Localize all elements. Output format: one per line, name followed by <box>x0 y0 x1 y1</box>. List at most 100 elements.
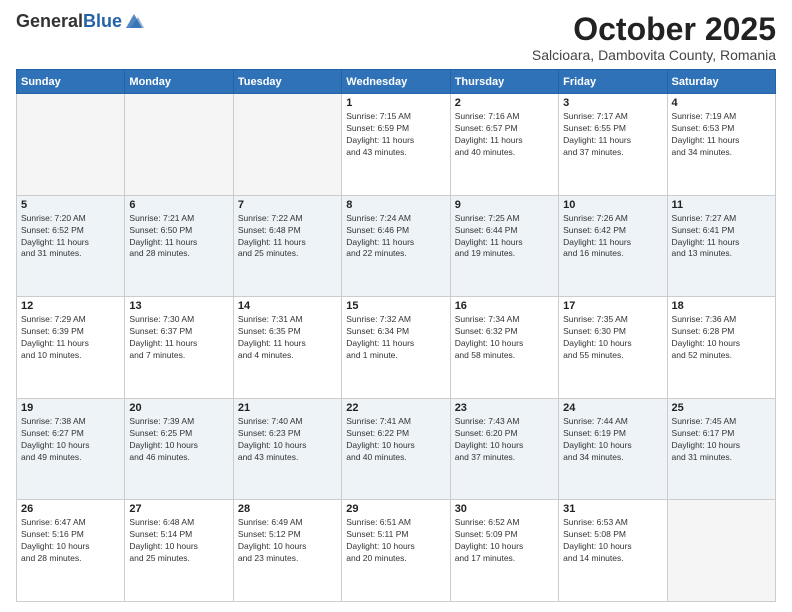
day-number: 25 <box>672 402 771 414</box>
subtitle: Salcioara, Dambovita County, Romania <box>532 47 776 63</box>
calendar-header-saturday: Saturday <box>667 70 775 94</box>
calendar-day-16: 16Sunrise: 7:34 AM Sunset: 6:32 PM Dayli… <box>450 297 558 399</box>
calendar-day-20: 20Sunrise: 7:39 AM Sunset: 6:25 PM Dayli… <box>125 398 233 500</box>
title-block: October 2025 Salcioara, Dambovita County… <box>532 12 776 63</box>
day-info: Sunrise: 7:41 AM Sunset: 6:22 PM Dayligh… <box>346 416 445 464</box>
calendar-day-10: 10Sunrise: 7:26 AM Sunset: 6:42 PM Dayli… <box>559 195 667 297</box>
day-number: 11 <box>672 199 771 211</box>
header: GeneralBlue October 2025 Salcioara, Damb… <box>16 12 776 63</box>
calendar-day-12: 12Sunrise: 7:29 AM Sunset: 6:39 PM Dayli… <box>17 297 125 399</box>
calendar-header-row: SundayMondayTuesdayWednesdayThursdayFrid… <box>17 70 776 94</box>
calendar-day-29: 29 Sunrise: 6:51 AM Sunset: 5:11 PM Dayli… <box>342 500 450 602</box>
day-info: Sunrise: 6:53 AM Sunset: 5:08 PM Dayligh… <box>563 517 662 565</box>
calendar-header-sunday: Sunday <box>17 70 125 94</box>
day-info: Sunrise: 7:27 AM Sunset: 6:41 PM Dayligh… <box>672 213 771 261</box>
calendar: SundayMondayTuesdayWednesdayThursdayFrid… <box>16 69 776 602</box>
calendar-day-6: 6Sunrise: 7:21 AM Sunset: 6:50 PM Daylig… <box>125 195 233 297</box>
calendar-week-row: 19 Sunrise: 7:38 AM Sunset: 6:27 PM Dayli… <box>17 398 776 500</box>
day-number: 1 <box>346 97 445 109</box>
day-info: Sunrise: 6:52 AM Sunset: 5:09 PM Dayligh… <box>455 517 554 565</box>
day-info: Sunrise: 7:45 AM Sunset: 6:17 PM Dayligh… <box>672 416 771 464</box>
day-info: Sunrise: 7:15 AM Sunset: 6:59 PM Dayligh… <box>346 111 445 159</box>
day-number: 15 <box>346 300 445 312</box>
day-info: Sunrise: 6:51 AM Sunset: 5:11 PM Dayligh… <box>346 517 445 565</box>
day-number: 29 <box>346 503 445 515</box>
calendar-day-30: 30 Sunrise: 6:52 AM Sunset: 5:09 PM Dayli… <box>450 500 558 602</box>
calendar-day-2: 2 Sunrise: 7:16 AM Sunset: 6:57 PM Daylig… <box>450 94 558 196</box>
calendar-header-friday: Friday <box>559 70 667 94</box>
day-info: Sunrise: 6:48 AM Sunset: 5:14 PM Dayligh… <box>129 517 228 565</box>
day-number: 18 <box>672 300 771 312</box>
day-info: Sunrise: 6:49 AM Sunset: 5:12 PM Dayligh… <box>238 517 337 565</box>
calendar-day-31: 31Sunrise: 6:53 AM Sunset: 5:08 PM Dayli… <box>559 500 667 602</box>
calendar-day-empty <box>233 94 341 196</box>
day-number: 26 <box>21 503 120 515</box>
calendar-day-15: 15 Sunrise: 7:32 AM Sunset: 6:34 PM Dayli… <box>342 297 450 399</box>
calendar-day-18: 18 Sunrise: 7:36 AM Sunset: 6:28 PM Dayli… <box>667 297 775 399</box>
day-number: 13 <box>129 300 228 312</box>
day-number: 3 <box>563 97 662 109</box>
day-number: 8 <box>346 199 445 211</box>
day-info: Sunrise: 7:29 AM Sunset: 6:39 PM Dayligh… <box>21 314 120 362</box>
day-info: Sunrise: 7:25 AM Sunset: 6:44 PM Dayligh… <box>455 213 554 261</box>
calendar-day-21: 21 Sunrise: 7:40 AM Sunset: 6:23 PM Dayli… <box>233 398 341 500</box>
day-info: Sunrise: 7:26 AM Sunset: 6:42 PM Dayligh… <box>563 213 662 261</box>
calendar-day-empty <box>17 94 125 196</box>
day-info: Sunrise: 7:30 AM Sunset: 6:37 PM Dayligh… <box>129 314 228 362</box>
day-info: Sunrise: 7:19 AM Sunset: 6:53 PM Dayligh… <box>672 111 771 159</box>
calendar-day-24: 24 Sunrise: 7:44 AM Sunset: 6:19 PM Dayli… <box>559 398 667 500</box>
logo: GeneralBlue <box>16 12 144 30</box>
day-number: 24 <box>563 402 662 414</box>
day-info: Sunrise: 7:20 AM Sunset: 6:52 PM Dayligh… <box>21 213 120 261</box>
calendar-day-5: 5 Sunrise: 7:20 AM Sunset: 6:52 PM Daylig… <box>17 195 125 297</box>
calendar-week-row: 1 Sunrise: 7:15 AM Sunset: 6:59 PM Daylig… <box>17 94 776 196</box>
day-number: 5 <box>21 199 120 211</box>
day-number: 21 <box>238 402 337 414</box>
day-info: Sunrise: 7:39 AM Sunset: 6:25 PM Dayligh… <box>129 416 228 464</box>
day-info: Sunrise: 7:32 AM Sunset: 6:34 PM Dayligh… <box>346 314 445 362</box>
calendar-day-19: 19 Sunrise: 7:38 AM Sunset: 6:27 PM Dayli… <box>17 398 125 500</box>
calendar-day-14: 14Sunrise: 7:31 AM Sunset: 6:35 PM Dayli… <box>233 297 341 399</box>
day-info: Sunrise: 7:36 AM Sunset: 6:28 PM Dayligh… <box>672 314 771 362</box>
day-number: 9 <box>455 199 554 211</box>
calendar-header-wednesday: Wednesday <box>342 70 450 94</box>
day-info: Sunrise: 7:16 AM Sunset: 6:57 PM Dayligh… <box>455 111 554 159</box>
day-info: Sunrise: 7:40 AM Sunset: 6:23 PM Dayligh… <box>238 416 337 464</box>
day-number: 30 <box>455 503 554 515</box>
calendar-header-tuesday: Tuesday <box>233 70 341 94</box>
calendar-day-9: 9 Sunrise: 7:25 AM Sunset: 6:44 PM Daylig… <box>450 195 558 297</box>
calendar-day-empty <box>125 94 233 196</box>
calendar-day-26: 26 Sunrise: 6:47 AM Sunset: 5:16 PM Dayli… <box>17 500 125 602</box>
calendar-day-13: 13 Sunrise: 7:30 AM Sunset: 6:37 PM Dayli… <box>125 297 233 399</box>
calendar-day-27: 27 Sunrise: 6:48 AM Sunset: 5:14 PM Dayli… <box>125 500 233 602</box>
day-number: 28 <box>238 503 337 515</box>
day-info: Sunrise: 7:21 AM Sunset: 6:50 PM Dayligh… <box>129 213 228 261</box>
day-number: 23 <box>455 402 554 414</box>
day-info: Sunrise: 7:44 AM Sunset: 6:19 PM Dayligh… <box>563 416 662 464</box>
day-number: 17 <box>563 300 662 312</box>
day-number: 2 <box>455 97 554 109</box>
calendar-day-23: 23Sunrise: 7:43 AM Sunset: 6:20 PM Dayli… <box>450 398 558 500</box>
month-title: October 2025 <box>532 12 776 47</box>
day-info: Sunrise: 7:38 AM Sunset: 6:27 PM Dayligh… <box>21 416 120 464</box>
calendar-week-row: 26 Sunrise: 6:47 AM Sunset: 5:16 PM Dayli… <box>17 500 776 602</box>
day-number: 7 <box>238 199 337 211</box>
calendar-day-28: 28 Sunrise: 6:49 AM Sunset: 5:12 PM Dayli… <box>233 500 341 602</box>
day-info: Sunrise: 7:22 AM Sunset: 6:48 PM Dayligh… <box>238 213 337 261</box>
day-number: 27 <box>129 503 228 515</box>
calendar-day-7: 7 Sunrise: 7:22 AM Sunset: 6:48 PM Daylig… <box>233 195 341 297</box>
day-info: Sunrise: 7:17 AM Sunset: 6:55 PM Dayligh… <box>563 111 662 159</box>
logo-text: GeneralBlue <box>16 12 122 30</box>
calendar-day-17: 17Sunrise: 7:35 AM Sunset: 6:30 PM Dayli… <box>559 297 667 399</box>
day-number: 4 <box>672 97 771 109</box>
logo-icon <box>124 12 144 30</box>
day-info: Sunrise: 6:47 AM Sunset: 5:16 PM Dayligh… <box>21 517 120 565</box>
day-number: 19 <box>21 402 120 414</box>
calendar-header-thursday: Thursday <box>450 70 558 94</box>
calendar-day-8: 8 Sunrise: 7:24 AM Sunset: 6:46 PM Daylig… <box>342 195 450 297</box>
page: GeneralBlue October 2025 Salcioara, Damb… <box>0 0 792 612</box>
day-info: Sunrise: 7:24 AM Sunset: 6:46 PM Dayligh… <box>346 213 445 261</box>
calendar-header-monday: Monday <box>125 70 233 94</box>
day-number: 14 <box>238 300 337 312</box>
calendar-day-3: 3 Sunrise: 7:17 AM Sunset: 6:55 PM Daylig… <box>559 94 667 196</box>
